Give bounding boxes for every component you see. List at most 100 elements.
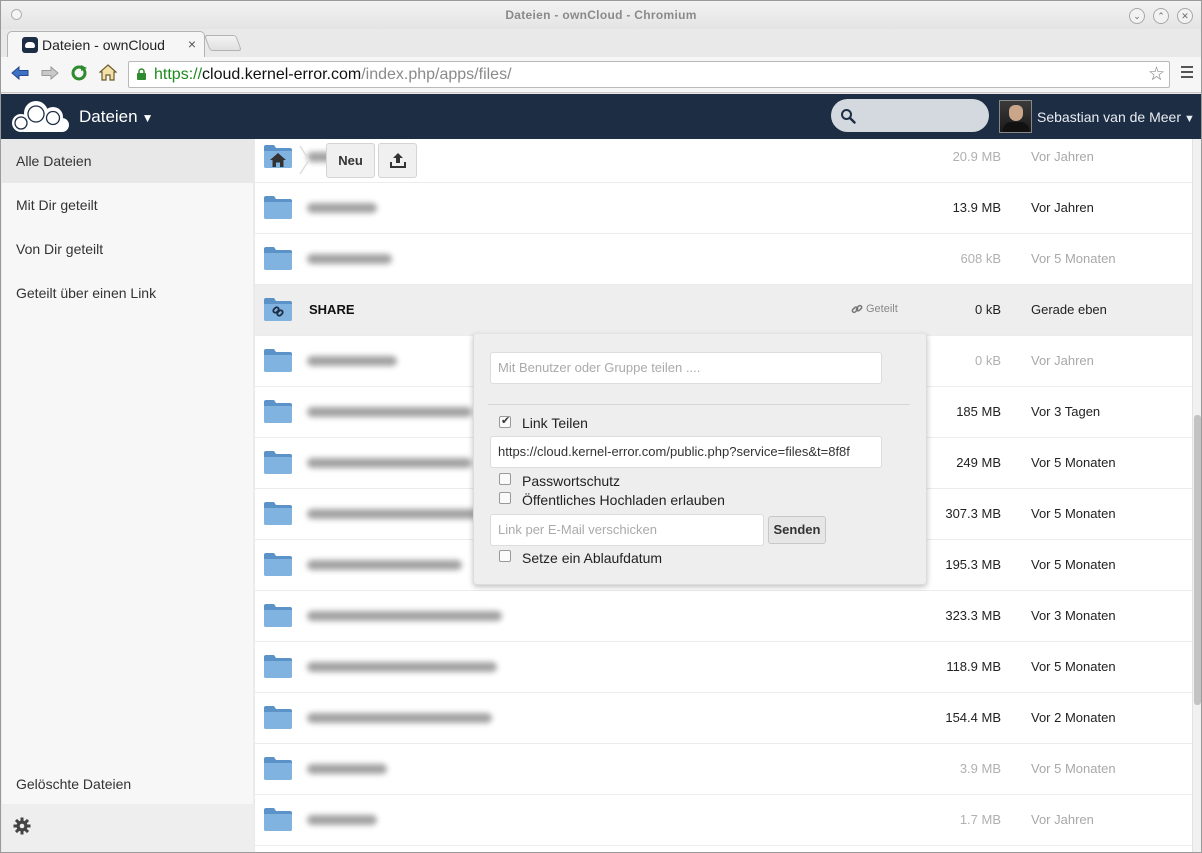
folder-icon [264,247,292,270]
file-size: 0 kB [974,302,1001,317]
browser-tab[interactable]: Dateien - ownCloud × [7,31,205,58]
redacted-file-name [307,458,472,468]
file-modified: Vor 3 Tagen [1031,404,1101,419]
file-list-container: 20.9 MB Vor Jahren 13.9 MB Vor Jahren 608 kB… [255,139,1192,852]
app-menu-toggle[interactable]: Dateien ▼ [79,107,154,127]
file-row[interactable]: 608 kB Vor 5 Monaten [255,234,1192,285]
folder-icon [264,655,292,678]
owncloud-favicon-icon [22,37,38,53]
redacted-file-name [307,203,377,213]
expiry-date-checkbox[interactable] [499,550,511,562]
folder-icon [263,755,293,781]
browser-menu-button[interactable] [1181,66,1193,80]
file-row[interactable]: SHARE Geteilt 0 kB Gerade eben [255,285,1192,336]
window-titlebar: Dateien - ownCloud - Chromium ⌄ ⌃ ✕ [1,1,1201,29]
app-title: Dateien [79,107,138,126]
file-size: 307.3 MB [945,506,1001,521]
tab-close-icon[interactable]: × [188,36,196,52]
folder-icon [264,400,292,423]
password-protect-checkbox[interactable] [499,473,511,485]
send-button[interactable]: Senden [768,516,826,544]
nav-shared-with-you[interactable]: Mit Dir geteilt [2,183,254,227]
new-button[interactable]: Neu [326,143,375,178]
file-modified: Vor 5 Monaten [1031,659,1116,674]
file-size: 323.3 MB [945,608,1001,623]
reload-button[interactable] [68,64,90,86]
folder-icon [264,451,292,474]
shared-folder-icon [263,296,293,322]
owncloud-logo-icon[interactable] [9,99,71,133]
link-url-field[interactable]: https://cloud.kernel-error.com/public.ph… [490,436,882,468]
user-menu-toggle[interactable]: Sebastian van de Meer ▼ [1037,109,1195,125]
upload-button[interactable] [378,143,417,178]
reload-icon [71,65,87,81]
file-size: 0 kB [974,353,1001,368]
nav-shared-by-you[interactable]: Von Dir geteilt [2,227,254,271]
file-modified: Vor Jahren [1031,353,1094,368]
file-size: 195.3 MB [945,557,1001,572]
home-icon [98,64,118,81]
settings-toggle[interactable] [2,804,254,852]
link-share-checkbox[interactable] [499,414,511,428]
redacted-file-name [307,560,462,570]
file-modified: Vor 5 Monaten [1031,251,1116,266]
folder-icon [264,502,292,525]
nav-shared-by-link[interactable]: Geteilt über einen Link [2,271,254,315]
public-upload-checkbox[interactable] [499,492,511,504]
file-name[interactable]: SHARE [309,302,355,317]
folder-icon [264,196,292,219]
email-link-input[interactable]: Link per E-Mail verschicken [490,514,764,546]
file-row[interactable]: 323.3 MB Vor 3 Monaten [255,591,1192,642]
folder-icon [264,553,292,576]
url-scheme: https:// [154,66,203,83]
bookmark-star-icon[interactable]: ☆ [1148,63,1165,86]
back-arrow-icon [11,65,29,81]
new-tab-button[interactable] [204,35,242,51]
forward-arrow-icon [41,65,59,81]
file-modified: Vor 5 Monaten [1031,455,1116,470]
share-with-input[interactable]: Mit Benutzer oder Gruppe teilen .... [490,352,882,384]
divider [488,404,910,405]
tab-strip: Dateien - ownCloud × [1,29,1201,58]
folder-icon [263,551,293,577]
forward-button[interactable] [39,64,61,86]
address-bar[interactable]: https://cloud.kernel-error.com/index.php… [128,61,1170,88]
folder-icon [264,706,292,729]
file-size: 185 MB [956,404,1001,419]
maximize-button[interactable]: ⌃ [1153,8,1169,24]
minimize-button[interactable]: ⌄ [1129,8,1145,24]
file-row[interactable]: 13.9 MB Vor Jahren [255,183,1192,234]
file-size: 608 kB [960,251,1001,266]
url-host: cloud.kernel-error.com [202,66,362,83]
file-row[interactable]: 118.9 MB Vor 5 Monaten [255,642,1192,693]
upload-icon [389,153,406,168]
public-upload-label: Öffentliches Hochladen erlauben [522,492,725,508]
tab-title: Dateien - ownCloud [42,37,165,53]
file-row[interactable]: 1.7 MB Vor Jahren [255,795,1192,846]
close-window-button[interactable]: ✕ [1177,8,1193,24]
nav-deleted-files[interactable]: Gelöschte Dateien [2,762,254,806]
home-button[interactable] [97,64,119,86]
window-title: Dateien - ownCloud - Chromium [505,8,697,22]
shared-action[interactable]: Geteilt [851,303,898,315]
owncloud-header: Dateien ▼ Sebastian van de Meer ▼ [1,94,1201,139]
user-avatar[interactable] [999,100,1032,133]
scrollbar-thumb[interactable] [1194,415,1201,705]
file-size: 154.4 MB [945,710,1001,725]
nav-all-files[interactable]: Alle Dateien [2,139,254,183]
home-breadcrumb-icon[interactable] [269,152,287,168]
redacted-file-name [307,713,492,723]
folder-icon [264,757,292,780]
scrollbar[interactable] [1192,139,1201,852]
folder-icon [263,398,293,424]
file-row[interactable]: 154.4 MB Vor 2 Monaten [255,693,1192,744]
redacted-file-name [307,356,397,366]
folder-icon [264,349,292,372]
file-row[interactable]: 3.9 MB Vor 5 Monaten [255,744,1192,795]
shared-label: Geteilt [866,303,898,315]
back-button[interactable] [9,64,31,86]
browser-toolbar: https://cloud.kernel-error.com/index.php… [1,57,1201,93]
search-box[interactable] [831,99,989,132]
folder-icon [264,604,292,627]
search-input[interactable] [859,105,979,125]
